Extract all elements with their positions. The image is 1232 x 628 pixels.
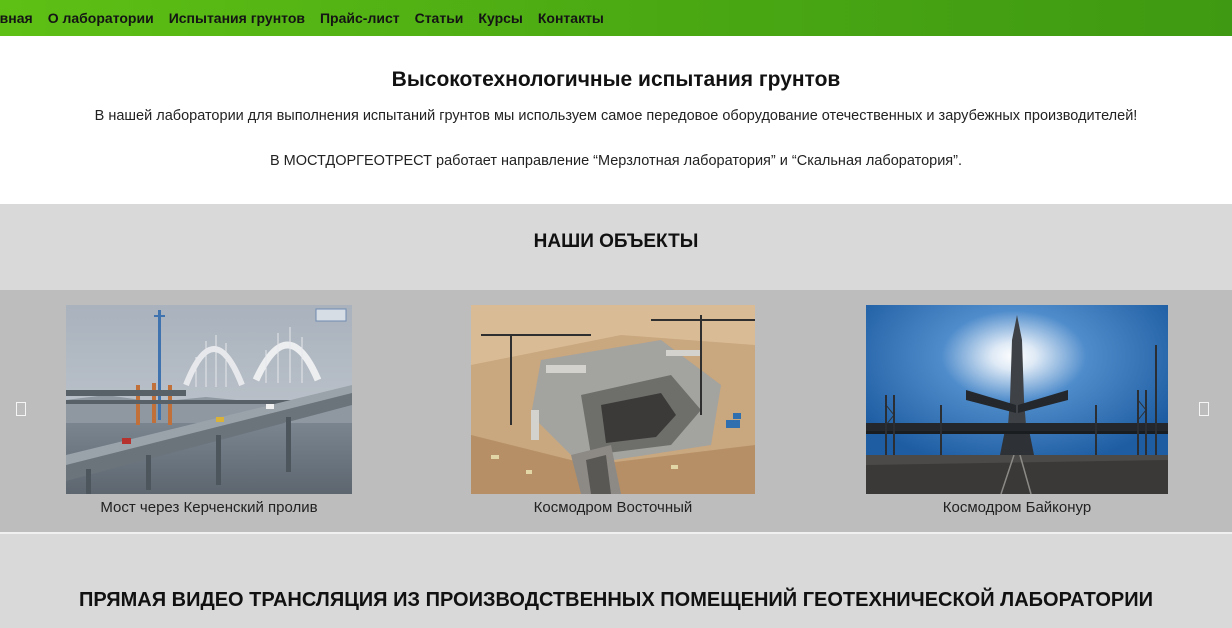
nav-item-contacts[interactable]: Контакты: [538, 0, 604, 36]
chevron-left-icon: [16, 402, 26, 416]
construction-site-photo[interactable]: [471, 305, 755, 494]
carousel-next-button[interactable]: [1197, 400, 1211, 418]
top-navigation: лавная О лаборатории Испытания грунтов П…: [0, 0, 1232, 36]
rocket-launch-pad-photo[interactable]: [866, 305, 1168, 494]
nav-item-about[interactable]: О лаборатории: [48, 0, 154, 36]
objects-header: НАШИ ОБЪЕКТЫ: [0, 204, 1232, 290]
slide-caption: Космодром Восточный: [533, 499, 693, 516]
nav-item-courses[interactable]: Курсы: [478, 0, 522, 36]
objects-heading: НАШИ ОБЪЕКТЫ: [533, 231, 699, 252]
live-stream-section: ПРЯМАЯ ВИДЕО ТРАНСЛЯЦИЯ ИЗ ПРОИЗВОДСТВЕН…: [0, 534, 1232, 628]
nav-menu: лавная О лаборатории Испытания грунтов П…: [0, 0, 619, 36]
intro-title: Высокотехнологичные испытания грунтов: [391, 68, 841, 91]
bridge-photo[interactable]: [66, 305, 352, 494]
nav-item-home[interactable]: лавная: [0, 0, 33, 36]
intro-paragraph-labs: В МОСТДОРГЕОТРЕСТ работает направление “…: [269, 153, 963, 169]
nav-item-soil-testing[interactable]: Испытания грунтов: [169, 0, 305, 36]
chevron-right-icon: [1199, 402, 1209, 416]
live-stream-heading: ПРЯМАЯ ВИДЕО ТРАНСЛЯЦИЯ ИЗ ПРОИЗВОДСТВЕН…: [79, 589, 1153, 611]
slide-caption: Мост через Керченский пролив: [100, 499, 318, 516]
objects-carousel: Мост через Керченский пролив Космодром В…: [0, 290, 1232, 532]
intro-section: Высокотехнологичные испытания грунтов В …: [0, 36, 1232, 204]
slide-caption: Космодром Байконур: [942, 499, 1092, 516]
intro-paragraph: В нашей лаборатории для выполнения испыт…: [94, 108, 1138, 124]
nav-item-articles[interactable]: Статьи: [415, 0, 464, 36]
nav-item-price-list[interactable]: Прайс-лист: [320, 0, 400, 36]
carousel-prev-button[interactable]: [14, 400, 28, 418]
